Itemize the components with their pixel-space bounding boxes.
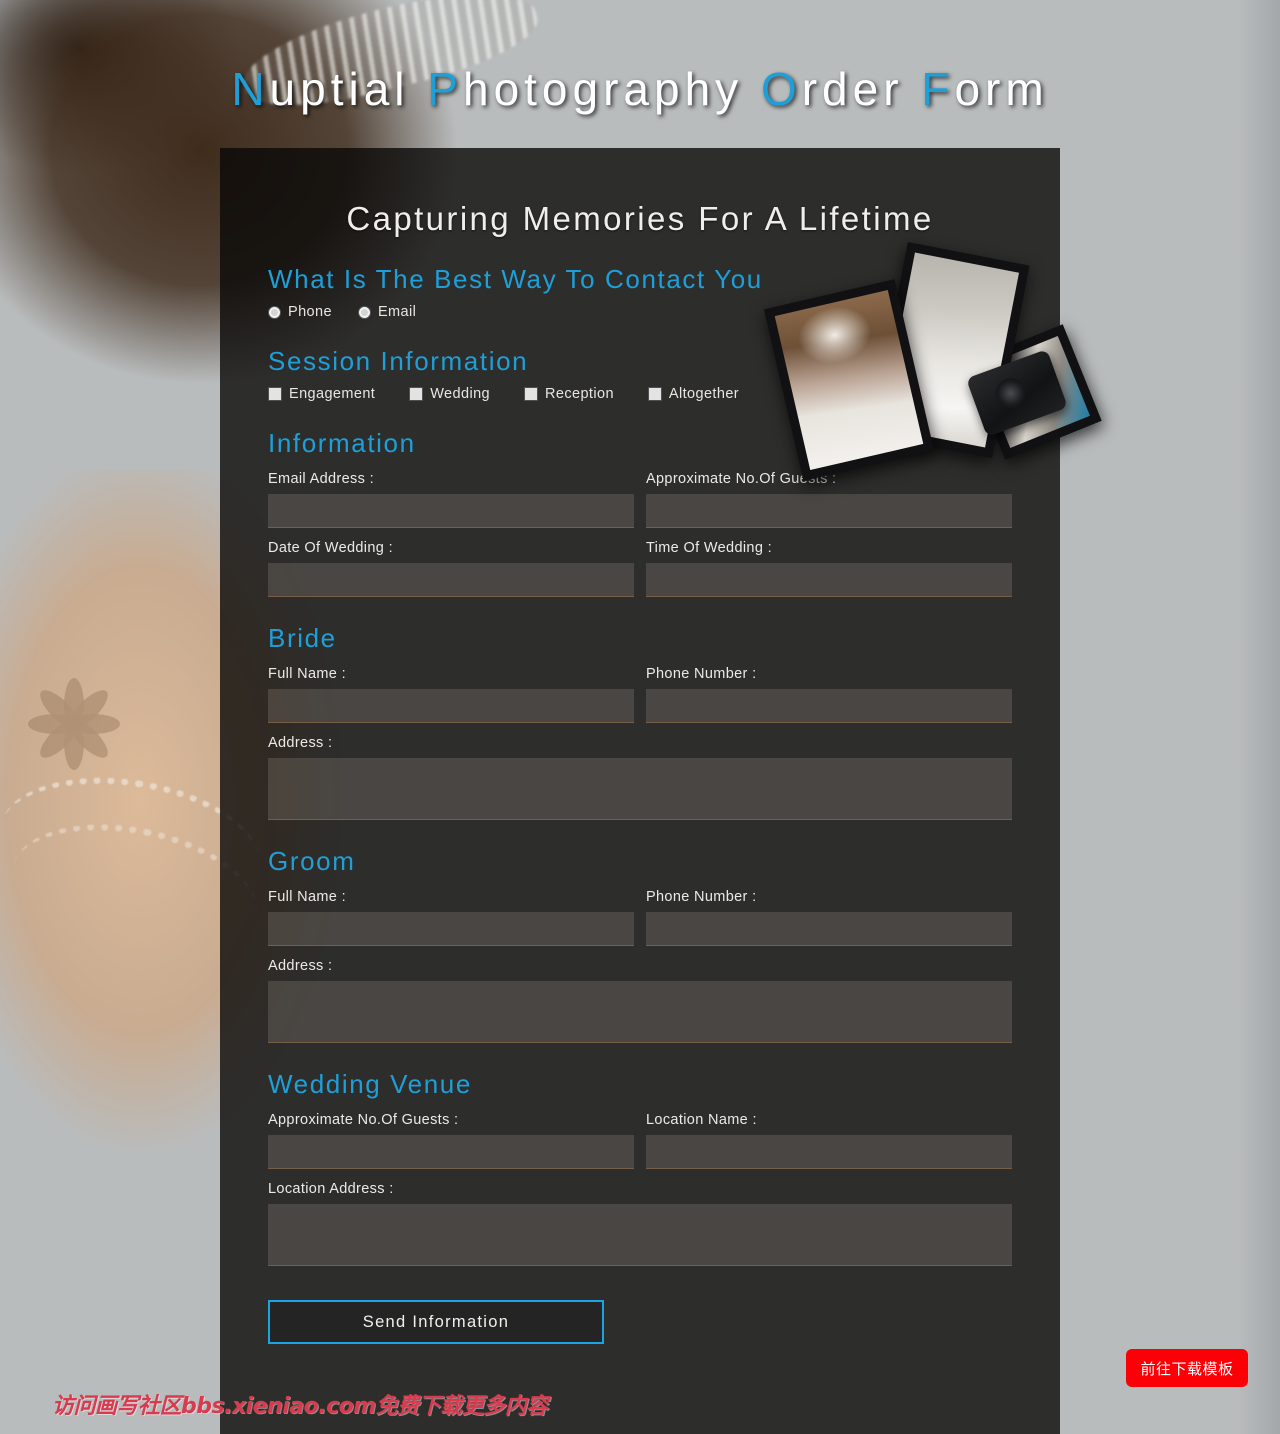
- bride-row-2: Address :: [268, 735, 1012, 820]
- venue-section-heading: Wedding Venue: [268, 1069, 472, 1099]
- page-title-segment: hotography: [462, 63, 761, 115]
- field-label: Address :: [268, 735, 333, 751]
- field-groom-full-name: Full Name :: [268, 889, 634, 946]
- checkbox-label: Altogether: [668, 386, 740, 402]
- page-title-segment: rder: [801, 63, 922, 115]
- page-title-segment: orm: [954, 63, 1049, 115]
- checkbox-option-engagement[interactable]: Engagement: [268, 386, 375, 402]
- field-bride-phone-number: Phone Number :: [646, 666, 1012, 723]
- field-venue-location-name: Location Name :: [646, 1112, 1012, 1169]
- time-of-wedding-input[interactable]: [646, 563, 1012, 597]
- checkbox-option-reception[interactable]: Reception: [524, 386, 614, 402]
- field-label: Email Address :: [268, 471, 374, 487]
- information-section-heading: Information: [268, 428, 416, 458]
- field-bride-full-name: Full Name :: [268, 666, 634, 723]
- field-label: Location Address :: [268, 1181, 394, 1197]
- background-right-edge: [1238, 0, 1280, 1434]
- checkbox-label: Engagement: [289, 386, 376, 402]
- radio-option-email[interactable]: Email: [357, 304, 417, 320]
- field-label: Full Name :: [268, 666, 346, 682]
- session-section-heading: Session Information: [268, 346, 529, 376]
- approx-guests-input[interactable]: [646, 494, 1012, 528]
- venue-row-1: Approximate No.Of Guests : Location Name…: [268, 1112, 1012, 1169]
- site-watermark: 访问画写社区bbs.xieniao.com免费下载更多内容: [52, 1394, 548, 1419]
- field-label: Full Name :: [268, 889, 346, 905]
- page-title-segment: F: [921, 63, 955, 115]
- contact-section-heading: What Is The Best Way To Contact You: [268, 264, 763, 294]
- order-form-panel: Capturing Memories For A Lifetime What I…: [220, 148, 1102, 1434]
- radio-icon[interactable]: [268, 305, 281, 319]
- form-subtitle: Capturing Memories For A Lifetime: [346, 200, 934, 237]
- field-groom-phone-number: Phone Number :: [646, 889, 1012, 946]
- download-template-button[interactable]: 前往下载模板: [1126, 1349, 1248, 1387]
- floral-tattoo-icon: [18, 668, 130, 780]
- groom-section-heading: Groom: [268, 846, 356, 876]
- information-row-1: Email Address : Approximate No.Of Guests…: [268, 471, 1012, 528]
- field-label: Time Of Wedding :: [646, 540, 773, 556]
- field-email-address: Email Address :: [268, 471, 634, 528]
- bride-address-textarea[interactable]: [268, 758, 1012, 820]
- groom-row-2: Address :: [268, 958, 1012, 1043]
- radio-label: Phone: [288, 304, 332, 320]
- groom-full-name-input[interactable]: [268, 912, 634, 946]
- page-root: Nuptial Photography Order Form Capturing…: [0, 0, 1280, 1434]
- bride-phone-number-input[interactable]: [646, 689, 1012, 723]
- field-venue-approx-guests: Approximate No.Of Guests :: [268, 1112, 634, 1169]
- field-bride-address: Address :: [268, 735, 1012, 820]
- venue-row-2: Location Address :: [268, 1181, 1012, 1266]
- bride-section-heading: Bride: [268, 623, 337, 653]
- date-of-wedding-input[interactable]: [268, 563, 634, 597]
- venue-approx-guests-input[interactable]: [268, 1135, 634, 1169]
- field-groom-address: Address :: [268, 958, 1012, 1043]
- field-label: Phone Number :: [646, 889, 757, 905]
- page-title-segment: P: [427, 63, 463, 115]
- field-label: Approximate No.Of Guests :: [646, 471, 837, 487]
- checkbox-icon[interactable]: [268, 387, 282, 401]
- page-title-segment: N: [231, 63, 270, 115]
- field-venue-location-address: Location Address :: [268, 1181, 1012, 1266]
- checkbox-option-wedding[interactable]: Wedding: [409, 386, 490, 402]
- checkbox-label: Wedding: [430, 386, 491, 402]
- groom-row-1: Full Name : Phone Number :: [268, 889, 1012, 946]
- page-title-segment: O: [760, 63, 802, 115]
- field-label: Date Of Wedding :: [268, 540, 393, 556]
- field-label: Address :: [268, 958, 333, 974]
- page-title: Nuptial Photography Order Form: [0, 62, 1280, 116]
- checkbox-icon[interactable]: [409, 387, 424, 401]
- send-information-button[interactable]: Send Information: [268, 1300, 604, 1344]
- field-approx-guests: Approximate No.Of Guests :: [646, 471, 1012, 528]
- information-row-2: Date Of Wedding : Time Of Wedding :: [268, 540, 1012, 597]
- field-label: Location Name :: [646, 1112, 757, 1128]
- field-date-of-wedding: Date Of Wedding :: [268, 540, 634, 597]
- email-address-input[interactable]: [268, 494, 634, 528]
- bride-row-1: Full Name : Phone Number :: [268, 666, 1012, 723]
- bride-full-name-input[interactable]: [268, 689, 634, 723]
- groom-phone-number-input[interactable]: [646, 912, 1012, 946]
- session-options-row: Engagement Wedding Reception Altogether: [268, 386, 1012, 402]
- checkbox-icon[interactable]: [647, 387, 662, 401]
- checkbox-label: Reception: [545, 386, 614, 402]
- field-label: Phone Number :: [646, 666, 757, 682]
- radio-icon[interactable]: [357, 305, 371, 319]
- checkbox-option-altogether[interactable]: Altogether: [647, 386, 740, 402]
- checkbox-icon[interactable]: [524, 387, 539, 401]
- groom-address-textarea[interactable]: [268, 981, 1012, 1043]
- field-label: Approximate No.Of Guests :: [268, 1112, 459, 1128]
- contact-options-row: Phone Email: [268, 304, 1012, 320]
- field-time-of-wedding: Time Of Wedding :: [646, 540, 1012, 597]
- radio-label: Email: [377, 304, 417, 320]
- page-title-segment: uptial: [269, 63, 428, 115]
- venue-location-name-input[interactable]: [646, 1135, 1012, 1169]
- radio-option-phone[interactable]: Phone: [268, 304, 332, 320]
- venue-location-address-textarea[interactable]: [268, 1204, 1012, 1266]
